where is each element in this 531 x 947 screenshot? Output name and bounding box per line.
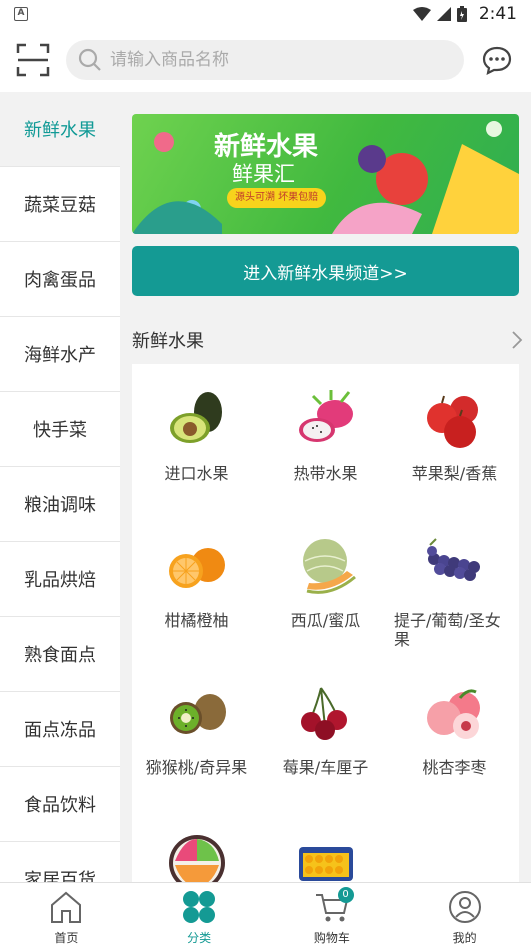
category-item-apple-pear[interactable]: 苹果梨/香蕉	[390, 364, 519, 511]
category-item-grape[interactable]: 提子/葡萄/圣女果	[390, 511, 519, 658]
sidebar-item-fresh-fruit[interactable]: 新鲜水果	[0, 92, 120, 167]
tab-home[interactable]: 首页	[0, 883, 133, 947]
avocado-icon	[169, 392, 222, 443]
cart-count-badge: 0	[337, 887, 354, 903]
sidebar-item-meat-eggs[interactable]: 肉禽蛋品	[0, 242, 120, 317]
category-label: 进口水果	[164, 464, 229, 483]
category-label: 西瓜/蜜瓜	[290, 611, 361, 630]
chevron-right-icon	[512, 331, 523, 349]
category-label: 莓果/车厘子	[282, 758, 369, 777]
tab-label: 购物车	[313, 931, 350, 945]
category-label: 桃杏李枣	[422, 758, 487, 777]
sidebar-item-food-drinks[interactable]: 食品饮料	[0, 767, 120, 842]
category-content: 新鲜水果 鲜果汇 源头可溯 坏果包赔 进入新鲜水果频道>> 新鲜水果 进口水果	[120, 92, 531, 882]
clock: 2:41	[478, 4, 517, 24]
kiwi-icon	[169, 694, 226, 734]
gift-box-icon	[298, 847, 353, 881]
sidebar-item-frozen[interactable]: 面点冻品	[0, 692, 120, 767]
sidebar-item-vegetables[interactable]: 蔬菜豆菇	[0, 167, 120, 242]
enter-channel-button[interactable]: 进入新鲜水果频道>>	[132, 246, 519, 296]
wifi-icon	[412, 7, 431, 21]
category-item-kiwi[interactable]: 猕猴桃/奇异果	[132, 658, 261, 805]
profile-icon	[448, 891, 481, 923]
sidebar-item-deli[interactable]: 熟食面点	[0, 617, 120, 692]
category-item-tropical[interactable]: 热带水果	[261, 364, 390, 511]
category-item-gift-box[interactable]	[261, 805, 390, 882]
top-bar	[0, 28, 531, 92]
category-label: 热带水果	[293, 464, 358, 483]
peach-icon	[426, 689, 480, 739]
search-icon	[78, 48, 101, 71]
category-item-peach[interactable]: 桃杏李枣	[390, 658, 519, 805]
category-item-fruit-bowl[interactable]	[132, 805, 261, 882]
sidebar-item-seafood[interactable]: 海鲜水产	[0, 317, 120, 392]
tab-category[interactable]: 分类	[133, 883, 266, 947]
category-item-imported[interactable]: 进口水果	[132, 364, 261, 511]
melon-icon	[302, 539, 356, 594]
category-label: 提子/葡萄/圣女果	[394, 611, 501, 649]
category-item-berries[interactable]: 莓果/车厘子	[261, 658, 390, 805]
sidebar-item-grain-oil[interactable]: 粮油调味	[0, 467, 120, 542]
apple-icon	[426, 395, 478, 448]
dragon-fruit-icon	[298, 390, 353, 442]
sidebar-item-quick-dishes[interactable]: 快手菜	[0, 392, 120, 467]
signal-icon	[436, 7, 451, 21]
category-icon	[183, 891, 216, 923]
tab-label: 首页	[54, 931, 79, 945]
sidebar-item-household[interactable]: 家居百货	[0, 842, 120, 882]
tab-cart[interactable]: 0 购物车	[266, 883, 399, 947]
home-icon	[51, 891, 82, 923]
banner-subtitle: 鲜果汇	[232, 162, 295, 186]
category-label: 苹果梨/香蕉	[411, 464, 498, 483]
category-item-citrus[interactable]: 柑橘橙柚	[132, 511, 261, 658]
sidebar-item-dairy-bakery[interactable]: 乳品烘焙	[0, 542, 120, 617]
category-label: 猕猴桃/奇异果	[145, 758, 248, 777]
category-grid: 进口水果 热带水果 苹果梨/香蕉 柑橘橙柚 西瓜/蜜瓜 提子/葡萄/圣女果 猕猴…	[132, 364, 519, 882]
category-label: 柑橘橙柚	[164, 611, 229, 630]
section-header[interactable]: 新鲜水果	[132, 322, 524, 358]
battery-icon	[456, 6, 467, 22]
scan-icon[interactable]	[16, 43, 50, 77]
status-icons: 2:41	[412, 4, 517, 24]
promo-banner[interactable]: 新鲜水果 鲜果汇 源头可溯 坏果包赔	[132, 114, 519, 234]
cherry-icon	[300, 687, 347, 740]
search-input[interactable]	[110, 50, 430, 70]
message-icon[interactable]	[482, 45, 512, 75]
search-box[interactable]	[66, 40, 464, 80]
tab-label: 我的	[452, 931, 477, 945]
banner-decoration	[132, 121, 519, 234]
section-title: 新鲜水果	[132, 331, 204, 352]
fruit-bowl-icon	[168, 835, 225, 882]
bottom-tab-bar: 首页 分类 0 购物车 我的	[0, 882, 531, 947]
app-notification-icon: A	[14, 7, 28, 21]
grape-icon	[426, 538, 480, 581]
banner-tag: 源头可溯 坏果包赔	[227, 188, 327, 208]
category-sidebar: 新鲜水果 蔬菜豆菇 肉禽蛋品 海鲜水产 快手菜 粮油调味 乳品烘焙 熟食面点 面…	[0, 92, 120, 882]
tab-label: 分类	[187, 931, 212, 945]
orange-icon	[168, 548, 225, 588]
status-bar: A 2:41	[0, 0, 531, 28]
category-item-melon[interactable]: 西瓜/蜜瓜	[261, 511, 390, 658]
tab-profile[interactable]: 我的	[398, 883, 531, 947]
